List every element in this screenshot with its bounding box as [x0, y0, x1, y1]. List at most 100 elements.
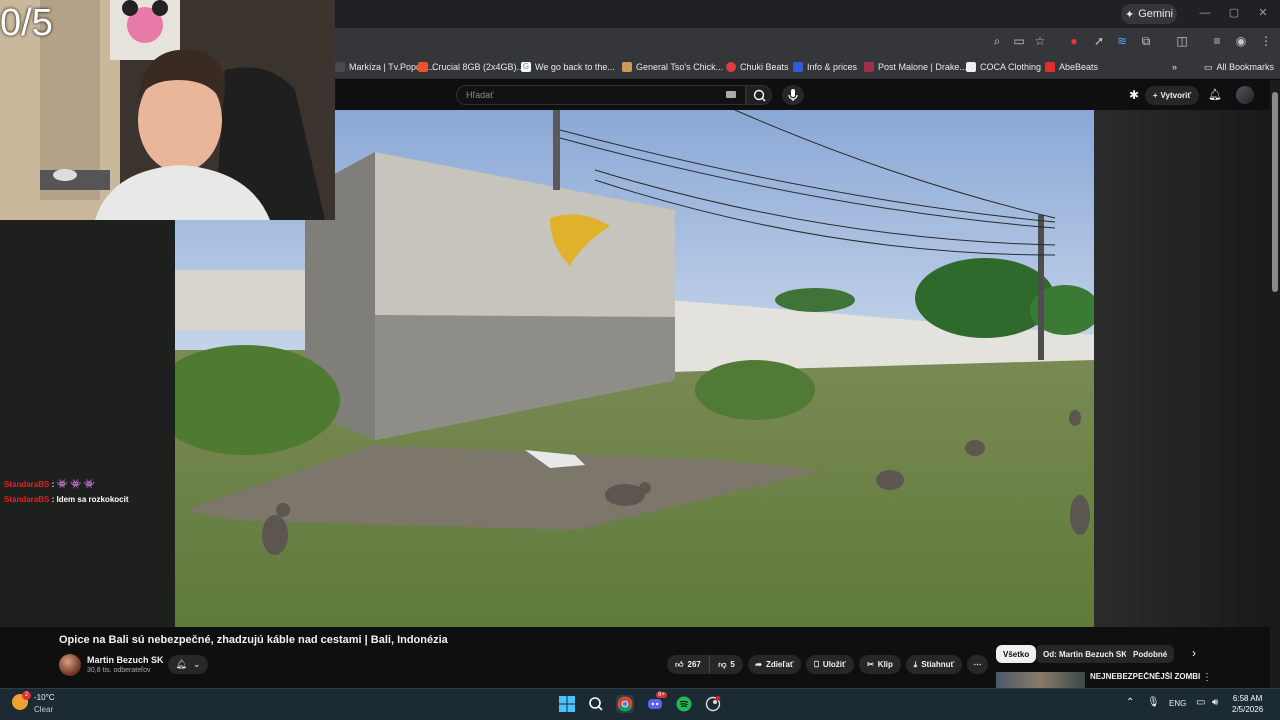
- thumbs-up-icon: 👍︎: [675, 659, 684, 669]
- extensions-puzzle-icon[interactable]: ⧉: [1139, 34, 1153, 48]
- stream-chat-overlay: [0, 220, 175, 628]
- bookmark-label: Chuki Beats: [740, 62, 789, 72]
- search-button[interactable]: [746, 85, 772, 105]
- share-label: Zdieľať: [765, 660, 794, 669]
- favicon: [726, 62, 736, 72]
- create-button[interactable]: + Vytvoriť: [1145, 86, 1199, 105]
- chip-related[interactable]: Podobné: [1126, 645, 1175, 663]
- scissors-icon: ✂: [867, 660, 874, 669]
- download-icon: ⤓: [913, 659, 918, 669]
- language-indicator[interactable]: ENG: [1169, 699, 1186, 708]
- save-button[interactable]: ⎕ Uložiť: [806, 655, 854, 674]
- extension-dim-icon[interactable]: ➚: [1092, 34, 1106, 48]
- scrollbar-thumb[interactable]: [1272, 92, 1278, 292]
- taskbar-clock[interactable]: 6:58 AM 2/5/2026: [1232, 693, 1263, 715]
- app-steam-icon[interactable]: [704, 695, 722, 713]
- voice-search-button[interactable]: [782, 85, 804, 105]
- more-vertical-icon[interactable]: ⋮: [1202, 672, 1212, 683]
- bell-icon: 🔔︎: [175, 659, 187, 669]
- reading-list-icon[interactable]: ≡: [1210, 34, 1224, 48]
- weather-temp[interactable]: -10°C: [34, 693, 55, 702]
- chrome-taskbar-icon[interactable]: [616, 695, 634, 713]
- theater-side-panel: [1094, 110, 1270, 627]
- recommended-thumbnail[interactable]: [996, 672, 1085, 688]
- keyboard-icon[interactable]: [726, 91, 736, 98]
- weather-badge: 2: [22, 691, 31, 700]
- bookmark-label: General Tso's Chick...: [636, 62, 724, 72]
- spotify-icon[interactable]: [675, 695, 693, 713]
- favicon: [1045, 62, 1055, 72]
- volume-icon[interactable]: 🔊︎: [1212, 697, 1218, 708]
- notifications-bell-icon[interactable]: 🔔︎: [1207, 88, 1223, 104]
- channel-avatar[interactable]: [59, 654, 81, 676]
- bookmark-item[interactable]: Post Malone | Drake...: [864, 59, 967, 75]
- sparkle-icon: ✦: [1124, 8, 1135, 21]
- search-icon: [753, 89, 766, 102]
- subscriber-count: 30,8 tis. odberateľov: [87, 667, 151, 674]
- bookmark-item[interactable]: Info & prices: [793, 59, 857, 75]
- favicon: [622, 62, 632, 72]
- create-label: Vytvoriť: [1160, 91, 1192, 100]
- side-panel-icon[interactable]: ◫: [1175, 34, 1189, 48]
- subscription-bell-button[interactable]: 🔔︎ ⌄: [168, 655, 208, 674]
- bookmark-item[interactable]: Chuki Beats: [726, 59, 789, 75]
- studio-icon[interactable]: ✱: [1126, 88, 1142, 104]
- all-bookmarks-label: All Bookmarks: [1216, 62, 1275, 72]
- bookmark-item[interactable]: General Tso's Chick...: [622, 59, 723, 75]
- bookmark-icon: ⎕: [814, 659, 819, 669]
- windows-start-icon[interactable]: [558, 695, 576, 713]
- chip-from-channel[interactable]: Od: Martin Bezuch SK: [1036, 645, 1135, 663]
- save-label: Uložiť: [822, 660, 846, 669]
- microphone-icon: [788, 89, 798, 101]
- cast-icon[interactable]: ▭: [1012, 34, 1026, 48]
- bookmark-star-icon[interactable]: ☆: [1033, 34, 1047, 48]
- download-button[interactable]: ⤓ Stiahnuť: [906, 655, 962, 674]
- bookmark-item[interactable]: COCA Clothing: [966, 59, 1041, 75]
- google-icon: G: [521, 62, 531, 72]
- chat-username: StandaraBS: [4, 480, 50, 489]
- favicon: [793, 62, 803, 72]
- chevron-right-icon[interactable]: ›: [1192, 646, 1196, 660]
- bookmark-item[interactable]: AbeBeats: [1045, 59, 1098, 75]
- maximize-icon[interactable]: ▢: [1227, 6, 1241, 20]
- bookmark-item[interactable]: Crucial 8GB (2x4GB)...: [418, 59, 524, 75]
- all-bookmarks-button[interactable]: ▭ All Bookmarks: [1204, 59, 1274, 75]
- windows-taskbar: [0, 688, 1280, 720]
- gemini-button[interactable]: ✦ Gemini: [1121, 4, 1177, 24]
- chip-all[interactable]: Všetko: [996, 645, 1037, 663]
- clip-label: Klip: [877, 660, 893, 669]
- profile-avatar-icon[interactable]: ◉: [1234, 34, 1248, 48]
- bookmark-label: AbeBeats: [1059, 62, 1099, 72]
- clock-time: 6:58 AM: [1232, 694, 1263, 703]
- search-icon[interactable]: [587, 695, 605, 713]
- channel-name[interactable]: Martin Bezuch SK: [87, 655, 164, 665]
- bookmark-label: Crucial 8GB (2x4GB)...: [432, 62, 525, 72]
- share-icon: ➦: [755, 660, 762, 669]
- like-button[interactable]: 👍︎ 267: [667, 655, 709, 674]
- microphone-tray-icon[interactable]: 🎙︎: [1147, 697, 1160, 708]
- bookmark-label: Post Malone | Drake...: [878, 62, 967, 72]
- like-count: 267: [687, 660, 701, 669]
- extension-red-icon[interactable]: ●: [1067, 34, 1081, 48]
- clip-button[interactable]: ✂ Klip: [859, 655, 901, 674]
- minimize-icon[interactable]: —: [1198, 6, 1212, 20]
- network-icon[interactable]: ▭: [1196, 697, 1205, 708]
- chevron-up-icon[interactable]: ⌃: [1126, 697, 1134, 708]
- more-menu-icon[interactable]: ⋮: [1259, 34, 1273, 48]
- bookmark-label: We go back to the...: [535, 62, 615, 72]
- discord-badge: 9+: [656, 692, 667, 698]
- thumbs-down-icon: 👎︎: [718, 659, 727, 669]
- account-avatar[interactable]: [1236, 86, 1254, 104]
- dislike-button[interactable]: 👎︎ 5: [709, 655, 743, 674]
- extension-wave-icon[interactable]: ≋: [1115, 34, 1129, 48]
- search-input[interactable]: Hľadať: [456, 85, 746, 105]
- close-icon[interactable]: ✕: [1256, 6, 1270, 20]
- recommended-title[interactable]: NEJNEBEZPEČNĚJŠÍ ZOMBIE VIRUS - Deranged…: [1090, 672, 1200, 681]
- zoom-icon[interactable]: ⌕: [990, 34, 1004, 48]
- share-button[interactable]: ➦ Zdieľať: [748, 655, 801, 674]
- bookmark-item[interactable]: G We go back to the...: [521, 59, 615, 75]
- more-actions-button[interactable]: ⋯: [967, 655, 988, 674]
- chat-text: Idem sa rozkokocit: [56, 495, 129, 504]
- favicon: [864, 62, 874, 72]
- bookmarks-overflow-icon[interactable]: »: [1172, 59, 1177, 75]
